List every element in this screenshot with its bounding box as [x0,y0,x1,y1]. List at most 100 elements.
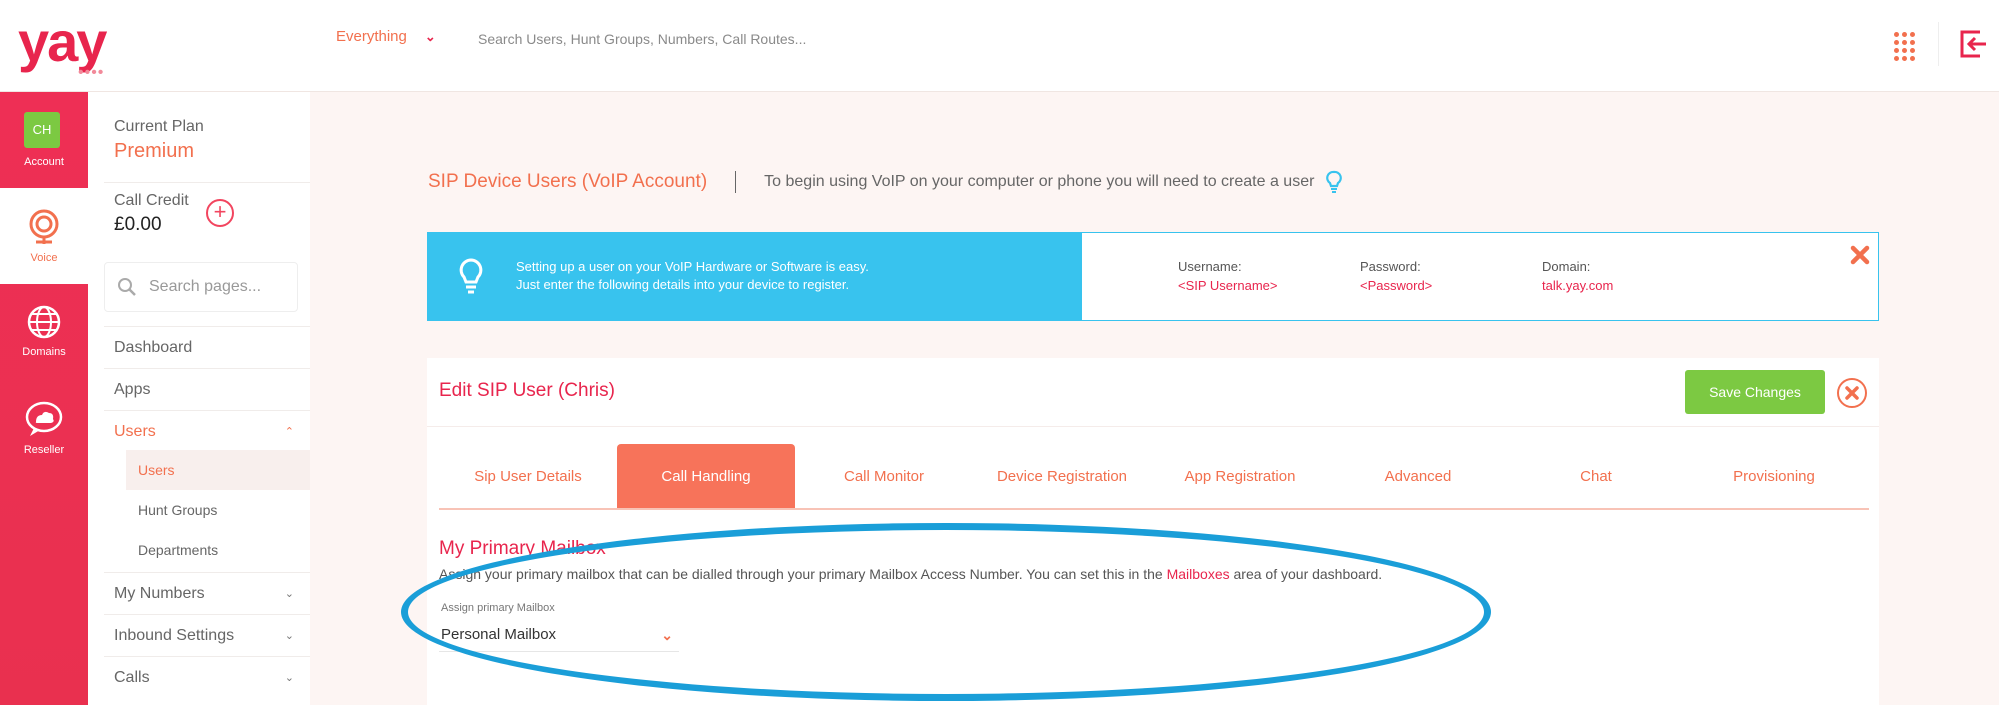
page-subtitle: To begin using VoIP on your computer or … [764,173,1315,190]
info-line-2: Just enter the following details into yo… [516,277,850,292]
edit-sip-user-card: Edit SIP User (Chris) Save Changes Sip U… [427,358,1879,705]
lightbulb-icon[interactable] [1326,170,1343,194]
logout-icon[interactable] [1958,28,1988,60]
page-search-box [104,262,298,312]
page-search-input[interactable] [149,278,289,296]
voice-sidebar: Current Plan Premium Call Credit £0.00 +… [88,92,310,705]
app-rail: CH Account Voice Domains Reseller [0,92,88,705]
chevron-down-icon: ⌄ [424,28,436,44]
sidebar-item-users[interactable]: Users ⌃ [104,410,310,452]
chevron-down-icon: ⌄ [661,627,673,643]
yay-logo[interactable]: yay •••• [18,10,114,81]
rail-item-reseller[interactable]: Reseller [0,380,88,476]
sidebar-item-label: Inbound Settings [114,627,235,644]
save-changes-button[interactable]: Save Changes [1685,370,1825,414]
global-search-input[interactable] [478,26,1178,52]
sidebar-item-label: Users [114,423,156,440]
sidebar-subitem-label: Departments [138,542,219,558]
logo-dots: •••• [78,64,105,81]
primary-mailbox-title: My Primary Mailbox [439,538,606,559]
tab-chat[interactable]: Chat [1507,444,1685,508]
rail-item-voice[interactable]: Voice [0,188,88,284]
chevron-up-icon: ⌃ [284,426,294,438]
tab-advanced[interactable]: Advanced [1329,444,1507,508]
sidebar-item-label: Calls [114,669,150,686]
top-bar: yay •••• Everything ⌄ [0,0,1999,92]
chevron-down-icon: ⌄ [284,672,294,684]
domain-value: talk.yay.com [1542,278,1614,293]
current-plan-label: Current Plan [114,118,204,135]
sidebar-subitem-label: Users [138,462,175,478]
headset-icon [29,209,59,244]
sidebar-item-apps[interactable]: Apps [104,368,310,410]
password-label: Password: [1360,259,1421,274]
close-icon[interactable] [1837,378,1867,408]
lightbulb-icon [459,258,483,294]
account-avatar: CH [24,112,60,148]
close-icon[interactable] [1850,245,1870,265]
primary-mailbox-selected: Personal Mailbox [441,626,557,643]
info-banner: Setting up a user on your VoIP Hardware … [428,233,1082,320]
page-title: SIP Device Users (VoIP Account) [428,171,708,192]
sidebar-item-label: Apps [114,381,151,398]
rail-label-domains: Domains [22,346,66,358]
sidebar-divider [104,182,310,183]
mailboxes-link[interactable]: Mailboxes [1167,566,1230,582]
sidebar-subitem-departments[interactable]: Departments [126,530,310,570]
tab-device-registration[interactable]: Device Registration [973,444,1151,508]
call-credit-value: £0.00 [114,214,162,235]
password-credential: Password: <Password> [1360,259,1432,293]
search-icon [118,278,136,296]
search-filter-dropdown[interactable]: Everything ⌄ [336,28,436,45]
tab-call-handling[interactable]: Call Handling [617,444,795,508]
header-divider [735,171,737,193]
cloud-chat-icon [25,401,63,436]
assign-mailbox-label: Assign primary Mailbox [441,602,555,614]
registration-info-card: Setting up a user on your VoIP Hardware … [427,232,1879,321]
domain-credential: Domain: talk.yay.com [1542,259,1613,293]
primary-mailbox-description: Assign your primary mailbox that can be … [439,566,1382,582]
tab-app-registration[interactable]: App Registration [1151,444,1329,508]
top-divider [1938,22,1939,66]
sidebar-subitem-users[interactable]: Users [126,450,310,490]
sidebar-item-inbound-settings[interactable]: Inbound Settings ⌄ [104,614,310,656]
rail-label-account: Account [24,156,64,168]
edit-user-title: Edit SIP User (Chris) [439,380,615,401]
sidebar-item-label: My Numbers [114,585,205,602]
sidebar-item-dashboard[interactable]: Dashboard [104,326,310,368]
rail-label-reseller: Reseller [23,444,65,456]
tab-sip-user-details[interactable]: Sip User Details [439,444,617,508]
logo-text: yay [18,10,107,73]
mailbox-desc-text-end: area of your dashboard. [1229,566,1383,582]
chevron-down-icon: ⌄ [284,630,294,642]
sidebar-item-my-numbers[interactable]: My Numbers ⌄ [104,572,310,614]
sidebar-subitem-hunt-groups[interactable]: Hunt Groups [126,490,310,530]
page-header: SIP Device Users (VoIP Account) To begin… [428,170,1343,194]
tab-call-monitor[interactable]: Call Monitor [795,444,973,508]
card-divider [427,426,1879,427]
sidebar-item-calls[interactable]: Calls ⌄ [104,656,310,698]
password-value: <Password> [1360,278,1433,293]
sidebar-subitem-label: Hunt Groups [138,502,218,518]
info-line-1: Setting up a user on your VoIP Hardware … [516,259,869,274]
rail-item-domains[interactable]: Domains [0,284,88,380]
globe-icon [27,305,61,339]
rail-label-voice: Voice [30,252,58,264]
add-credit-button[interactable]: + [206,199,234,227]
mailbox-desc-text: Assign your primary mailbox that can be … [439,566,1167,582]
chevron-down-icon: ⌄ [284,588,294,600]
grid-icon[interactable] [1894,32,1916,61]
rail-item-account[interactable]: CH Account [0,92,88,188]
username-label: Username: [1178,259,1242,274]
user-tabs: Sip User Details Call Handling Call Moni… [439,444,1869,510]
main-content: SIP Device Users (VoIP Account) To begin… [310,92,1999,705]
domain-label: Domain: [1542,259,1591,274]
username-credential: Username: <SIP Username> [1178,259,1277,293]
sidebar-item-label: Dashboard [114,339,193,356]
current-plan-value: Premium [114,140,195,162]
tab-provisioning[interactable]: Provisioning [1685,444,1863,508]
search-filter-label: Everything [336,28,407,45]
primary-mailbox-select[interactable]: Personal Mailbox ⌄ [439,618,679,652]
username-value: <SIP Username> [1178,278,1278,293]
call-credit-label: Call Credit [114,192,189,209]
